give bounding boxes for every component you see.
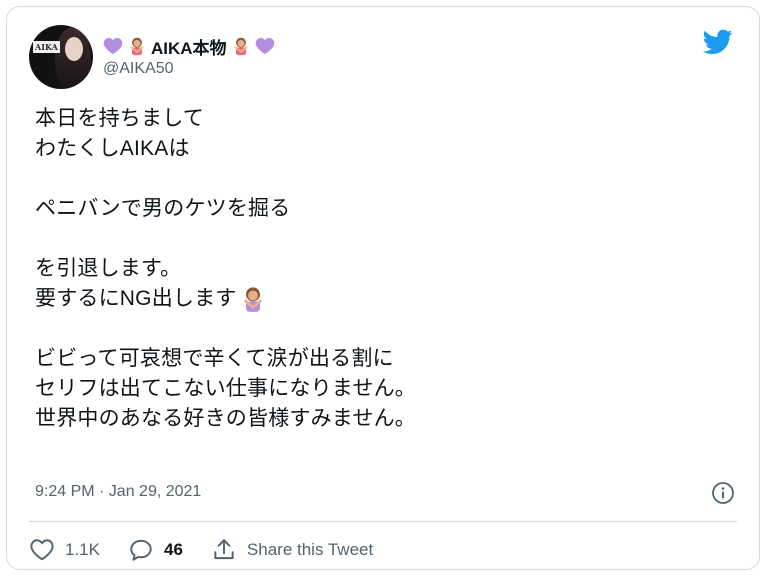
reply-count: 46 — [163, 540, 183, 559]
share-upload-icon — [214, 539, 234, 560]
avatar-text: AIKA — [33, 41, 60, 53]
tweet-line: ビビって可哀想で辛くて涙が出る割に — [35, 347, 394, 370]
tweet-card[interactable]: AIKA AIKA本物 @AIKA50 本日を持ちまして わたくしAIKAは ペ — [6, 6, 760, 570]
tweet-line: 世界中のあなる好きの皆様すみません。 — [35, 407, 416, 430]
tweet-timestamp[interactable]: 9:24 PM · Jan 29, 2021 — [35, 483, 201, 501]
tweet-line: を引退します。 — [35, 257, 182, 280]
speech-bubble-icon — [130, 539, 152, 561]
tweet-line: セリフは出てこない仕事になりません。 — [35, 377, 416, 400]
tweet-line: ペニバンで男のケツを掘る — [35, 197, 291, 220]
tweet-line: 本日を持ちまして — [35, 107, 204, 130]
author-handle[interactable]: @AIKA50 — [103, 60, 174, 78]
tweet-line-with-emoji: 要するにNG出します — [35, 284, 735, 314]
share-button[interactable]: Share this Tweet — [211, 537, 373, 563]
tweet-line: わたくしAIKAは — [35, 137, 190, 160]
author-name-row[interactable]: AIKA本物 — [103, 33, 275, 59]
info-icon[interactable] — [711, 481, 735, 505]
purple-heart-icon — [103, 37, 123, 55]
avatar[interactable]: AIKA — [29, 25, 93, 89]
tweet-actions: 1.1K 46 Share this Tweet — [29, 535, 401, 565]
display-name: AIKA本物 — [151, 38, 227, 58]
person-gesturing-no-icon — [130, 37, 144, 56]
twitter-bird-icon[interactable] — [703, 29, 733, 55]
like-button[interactable]: 1.1K — [29, 537, 100, 563]
divider — [29, 521, 737, 522]
share-label: Share this Tweet — [246, 540, 374, 559]
tweet-line-text: 要するにNG出します — [35, 287, 237, 310]
like-count: 1.1K — [65, 540, 100, 559]
avatar-face — [65, 37, 83, 61]
heart-outline-icon — [30, 539, 54, 561]
person-gesturing-no-icon — [234, 37, 248, 56]
purple-heart-icon — [255, 37, 274, 55]
reply-button[interactable]: 46 — [128, 537, 183, 563]
tweet-body: 本日を持ちまして わたくしAIKAは ペニバンで男のケツを掘る を引退します。 … — [35, 104, 735, 434]
person-gesturing-no-icon — [243, 287, 262, 312]
